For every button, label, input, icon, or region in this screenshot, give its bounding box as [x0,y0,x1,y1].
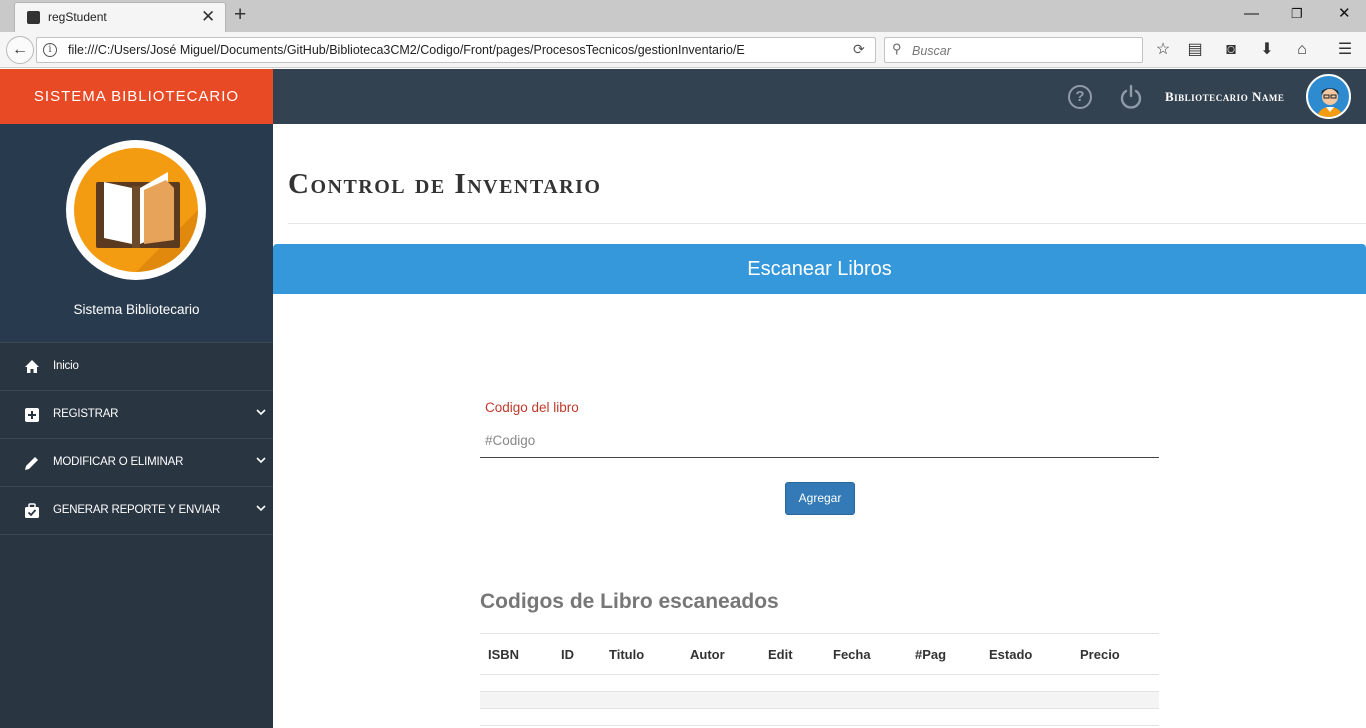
url-bar[interactable]: i file:///C:/Users/José Miguel/Documents… [36,37,876,63]
chevron-down-icon[interactable] [256,407,266,417]
sidebar-item-label: Inicio [53,360,79,372]
column-header-titulo[interactable]: Titulo [601,633,682,675]
sidebar-item-label: MODIFICAR O ELIMINAR [53,456,184,468]
sidebar-profile: Sistema Bibliotecario [0,124,273,343]
restore-icon[interactable]: ❐ [1291,4,1303,24]
brand-title[interactable]: SISTEMA BIBLIOTECARIO [0,69,273,124]
book-code-label: Codigo del libro [485,400,579,415]
column-header-fecha[interactable]: Fecha [825,633,907,675]
home-browser-icon[interactable]: ⌂ [1292,40,1312,60]
page-favicon-icon [27,11,40,24]
sidebar: Sistema Bibliotecario Inicio REGISTRAR M… [0,124,273,728]
url-text[interactable]: file:///C:/Users/José Miguel/Documents/G… [68,43,844,57]
table-row [480,691,1159,709]
sidebar-item-label: REGISTRAR [53,408,119,420]
open-book-icon [74,148,198,272]
title-divider [288,223,1366,224]
main-content: Control de Inventario Escanear Libros Co… [273,124,1366,728]
tab-title: regStudent [48,10,107,24]
plus-square-icon [25,408,39,422]
table-header-row: ISBN ID Titulo Autor Edit Fecha #Pag Est… [480,633,1159,675]
sidebar-item-modificar[interactable]: MODIFICAR O ELIMINAR [0,439,273,487]
table-row [480,674,1159,692]
search-placeholder[interactable]: Buscar [912,44,951,58]
column-header-isbn[interactable]: ISBN [480,633,553,675]
column-header-autor[interactable]: Autor [682,633,760,675]
pocket-icon[interactable]: ◙ [1221,40,1241,60]
column-header-id[interactable]: ID [553,633,601,675]
sidebar-item-reporte[interactable]: GENERAR REPORTE Y ENVIAR [0,487,273,535]
user-name[interactable]: Bibliotecario Name [1165,89,1284,105]
page-title: Control de Inventario [288,168,602,200]
column-header-precio[interactable]: Precio [1072,633,1159,675]
column-header-edit[interactable]: Edit [760,633,825,675]
bookmark-star-icon[interactable]: ☆ [1153,40,1173,60]
sidebar-item-label: GENERAR REPORTE Y ENVIAR [53,504,221,516]
scan-section-header: Escanear Libros [273,244,1366,294]
scanned-books-title: Codigos de Libro escaneados [480,590,779,613]
column-header-pag[interactable]: #Pag [907,633,981,675]
profile-name: Sistema Bibliotecario [73,302,200,317]
download-icon[interactable]: ⬇ [1257,40,1277,60]
menu-hamburger-icon[interactable]: ☰ [1335,40,1355,60]
reload-icon[interactable]: ⟳ [853,41,865,58]
table-row [480,708,1159,726]
new-tab-icon[interactable]: + [234,3,246,27]
column-header-estado[interactable]: Estado [981,633,1072,675]
help-icon[interactable]: ? [1068,85,1092,109]
user-avatar-icon [1316,88,1344,117]
browser-tab[interactable]: regStudent ✕ [14,2,226,32]
briefcase-check-icon [25,503,39,518]
minimize-icon[interactable]: — [1244,4,1259,24]
back-arrow-icon[interactable]: ← [6,36,34,64]
home-icon [25,360,39,373]
chevron-down-icon[interactable] [256,503,266,513]
tab-close-icon[interactable]: ✕ [201,7,215,27]
user-avatar[interactable] [1306,74,1351,119]
browser-tab-bar: regStudent ✕ + — ❐ ✕ [0,0,1366,32]
browser-nav-bar: ← i file:///C:/Users/José Miguel/Documen… [0,32,1366,68]
search-bar[interactable]: ⚲ Buscar [884,37,1143,63]
search-icon: ⚲ [892,41,902,56]
info-icon[interactable]: i [43,43,57,57]
window-close-icon[interactable]: ✕ [1338,4,1351,24]
scanned-books-table: ISBN ID Titulo Autor Edit Fecha #Pag Est… [480,633,1159,726]
add-button[interactable]: Agregar [785,482,855,515]
book-code-input[interactable] [480,424,1159,458]
top-bar: ? Bibliotecario Name [273,69,1366,124]
library-logo [66,140,206,280]
pencil-icon [25,457,38,470]
power-icon[interactable] [1119,84,1143,110]
sidebar-item-registrar[interactable]: REGISTRAR [0,391,273,439]
chevron-down-icon[interactable] [256,455,266,465]
sidebar-item-inicio[interactable]: Inicio [0,343,273,391]
reading-list-icon[interactable]: ▤ [1185,40,1205,60]
